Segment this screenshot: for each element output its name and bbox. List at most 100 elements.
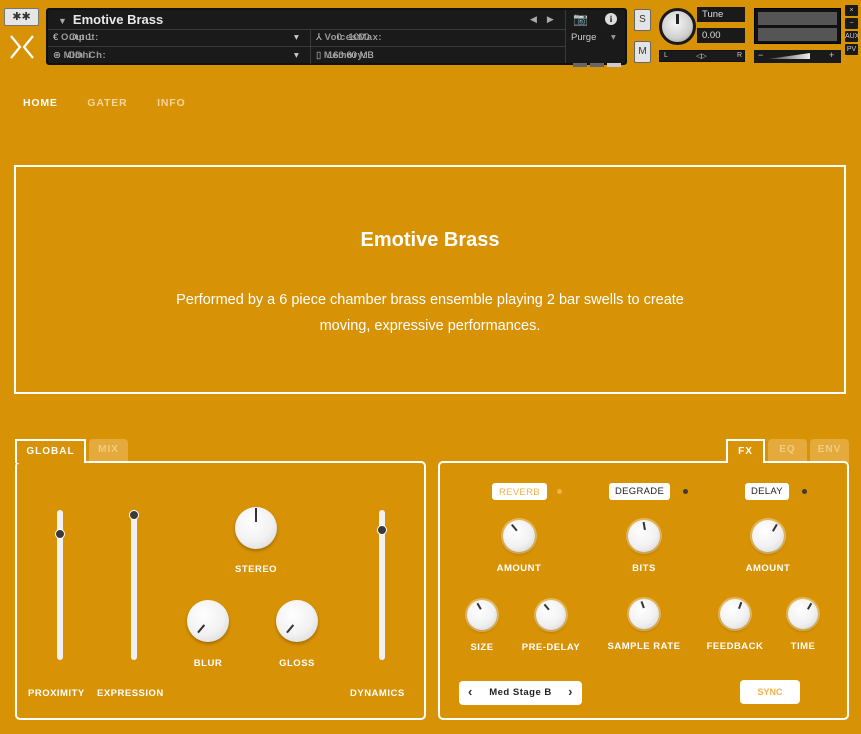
feedback-knob[interactable]	[720, 599, 750, 629]
degrade-toggle-button[interactable]: DEGRADE	[609, 483, 671, 500]
delay-toggle-button[interactable]: DELAY	[745, 483, 789, 500]
tab-eq[interactable]: EQ	[768, 439, 807, 463]
tune-label: Tune	[697, 7, 745, 22]
midi-label: MIDI Ch:	[63, 50, 107, 61]
blur-label: BLUR	[193, 658, 223, 669]
chevron-right-icon[interactable]: ›	[568, 684, 573, 699]
divider	[565, 10, 566, 63]
tab-fx[interactable]: FX	[726, 439, 765, 463]
minimize-icon[interactable]: −	[845, 18, 858, 29]
purge-dropdown[interactable]: Purge ▾	[571, 32, 616, 43]
blur-knob[interactable]	[187, 600, 229, 642]
description-line-1: Performed by a 6 piece chamber brass ens…	[176, 292, 684, 308]
volume-minus-icon[interactable]: −	[758, 50, 763, 60]
instrument-header-panel: ▼ Emotive Brass ◀▶ 📷 i € Output: Out 1 ▾ …	[46, 8, 627, 67]
divider	[48, 29, 565, 30]
voices-label: Voices:	[324, 32, 362, 43]
tune-value[interactable]: 0.00	[697, 28, 745, 43]
aux-button[interactable]: AUX	[845, 31, 859, 42]
camera-icon[interactable]: 📷	[573, 12, 588, 26]
pan-right-label: R	[737, 52, 743, 59]
voices-icon: ⅄	[316, 32, 325, 43]
divider	[48, 46, 565, 47]
solo-button[interactable]: S	[634, 9, 651, 31]
description-line-2: moving, expressive performances.	[319, 318, 541, 334]
info-box: Emotive Brass Performed by a 6 piece cha…	[14, 165, 846, 394]
x-logo-icon	[10, 35, 34, 59]
volume-fill	[768, 53, 810, 59]
expression-label: EXPRESSION	[97, 688, 164, 699]
sample-rate-label: SAMPLE RATE	[607, 641, 681, 652]
volume-slider[interactable]: − +	[754, 50, 841, 63]
time-knob[interactable]	[788, 599, 818, 629]
expression-slider[interactable]	[131, 510, 137, 660]
pan-handle-icon[interactable]: ◁▷	[696, 52, 707, 60]
output-dropdown-icon[interactable]: ▾	[294, 32, 299, 43]
volume-plus-icon[interactable]: +	[829, 50, 834, 60]
expression-slider-handle[interactable]	[129, 509, 139, 520]
side-icons: × − AUX PV	[845, 5, 859, 57]
purge-label: Purge	[571, 32, 597, 43]
tune-knob[interactable]	[659, 8, 696, 45]
stereo-label: STEREO	[235, 564, 278, 575]
proximity-label: PROXIMITY	[28, 688, 85, 699]
output-row[interactable]: € Output: Out 1	[53, 32, 98, 43]
reverb-preset-value: Med Stage B	[489, 687, 552, 698]
reverb-preset-selector[interactable]: ‹ Med Stage B ›	[459, 681, 582, 705]
memory-icon: ▯	[316, 50, 324, 61]
tab-mix[interactable]: MIX	[89, 439, 128, 463]
pan-slider[interactable]: L ◁▷ R	[659, 50, 745, 62]
purge-indicator	[573, 54, 624, 72]
voices-row: ⅄ Voices: 0 Max: 1000	[316, 32, 382, 43]
instrument-name-text: Emotive Brass	[72, 12, 164, 27]
kontakt-header: ✱✱ ▼ Emotive Brass ◀▶ 📷 i € Output: Out 1…	[0, 0, 861, 68]
reverb-amount-knob[interactable]	[503, 520, 535, 552]
memory-row: ▯ Memory: 160.60 MB	[316, 50, 374, 61]
memory-label: Memory:	[323, 50, 367, 61]
nav-tab-info[interactable]: INFO	[157, 97, 185, 109]
delay-amount-knob[interactable]	[752, 520, 784, 552]
instrument-name[interactable]: ▼ Emotive Brass	[58, 12, 163, 27]
gloss-knob[interactable]	[276, 600, 318, 642]
nav-tab-gater[interactable]: GATER	[87, 97, 127, 109]
gear-icon[interactable]: ✱✱	[4, 8, 39, 26]
stereo-knob[interactable]	[235, 507, 277, 549]
output-label: Output:	[60, 32, 99, 43]
tab-env[interactable]: ENV	[810, 439, 849, 463]
instrument-title: Emotive Brass	[360, 229, 500, 251]
delay-amount-label: AMOUNT	[745, 563, 791, 574]
reverb-toggle-button[interactable]: REVERB	[492, 483, 547, 500]
nav-tab-home[interactable]: HOME	[23, 97, 58, 109]
dynamics-label: DYNAMICS	[350, 688, 405, 699]
pan-left-label: L	[664, 52, 668, 59]
level-meters	[754, 8, 841, 44]
bits-label: BITS	[632, 563, 656, 574]
info-icon[interactable]: i	[605, 13, 617, 25]
midi-dropdown-icon[interactable]: ▾	[294, 50, 299, 61]
tab-global[interactable]: GLOBAL	[15, 439, 86, 463]
global-panel: PROXIMITY EXPRESSION DYNAMICS STEREO BLU…	[15, 461, 426, 720]
output-icon: €	[53, 32, 61, 43]
divider	[310, 30, 311, 64]
reverb-size-label: SIZE	[470, 642, 494, 653]
pre-delay-knob[interactable]	[536, 600, 566, 630]
pre-delay-label: PRE-DELAY	[521, 642, 581, 653]
sync-button[interactable]: SYNC	[740, 680, 800, 704]
midi-icon: ⊛	[53, 50, 64, 61]
collapse-triangle-icon[interactable]: ▼	[58, 16, 67, 26]
reverb-status-dot	[557, 489, 562, 494]
sample-rate-knob[interactable]	[629, 599, 659, 629]
instrument-nav-arrows-icon[interactable]: ◀▶	[530, 14, 564, 25]
instrument-description: Performed by a 6 piece chamber brass ens…	[146, 287, 714, 339]
reverb-size-knob[interactable]	[467, 600, 497, 630]
pv-button[interactable]: PV	[845, 44, 858, 55]
dynamics-slider-handle[interactable]	[377, 524, 387, 535]
midi-row[interactable]: ⊛ MIDI Ch: Omni	[53, 50, 106, 61]
bits-knob[interactable]	[628, 520, 660, 552]
time-label: TIME	[790, 641, 816, 652]
delay-status-dot	[802, 489, 807, 494]
close-icon[interactable]: ×	[845, 5, 858, 16]
mute-button[interactable]: M	[634, 41, 651, 63]
proximity-slider-handle[interactable]	[55, 529, 65, 539]
feedback-label: FEEDBACK	[706, 641, 764, 652]
